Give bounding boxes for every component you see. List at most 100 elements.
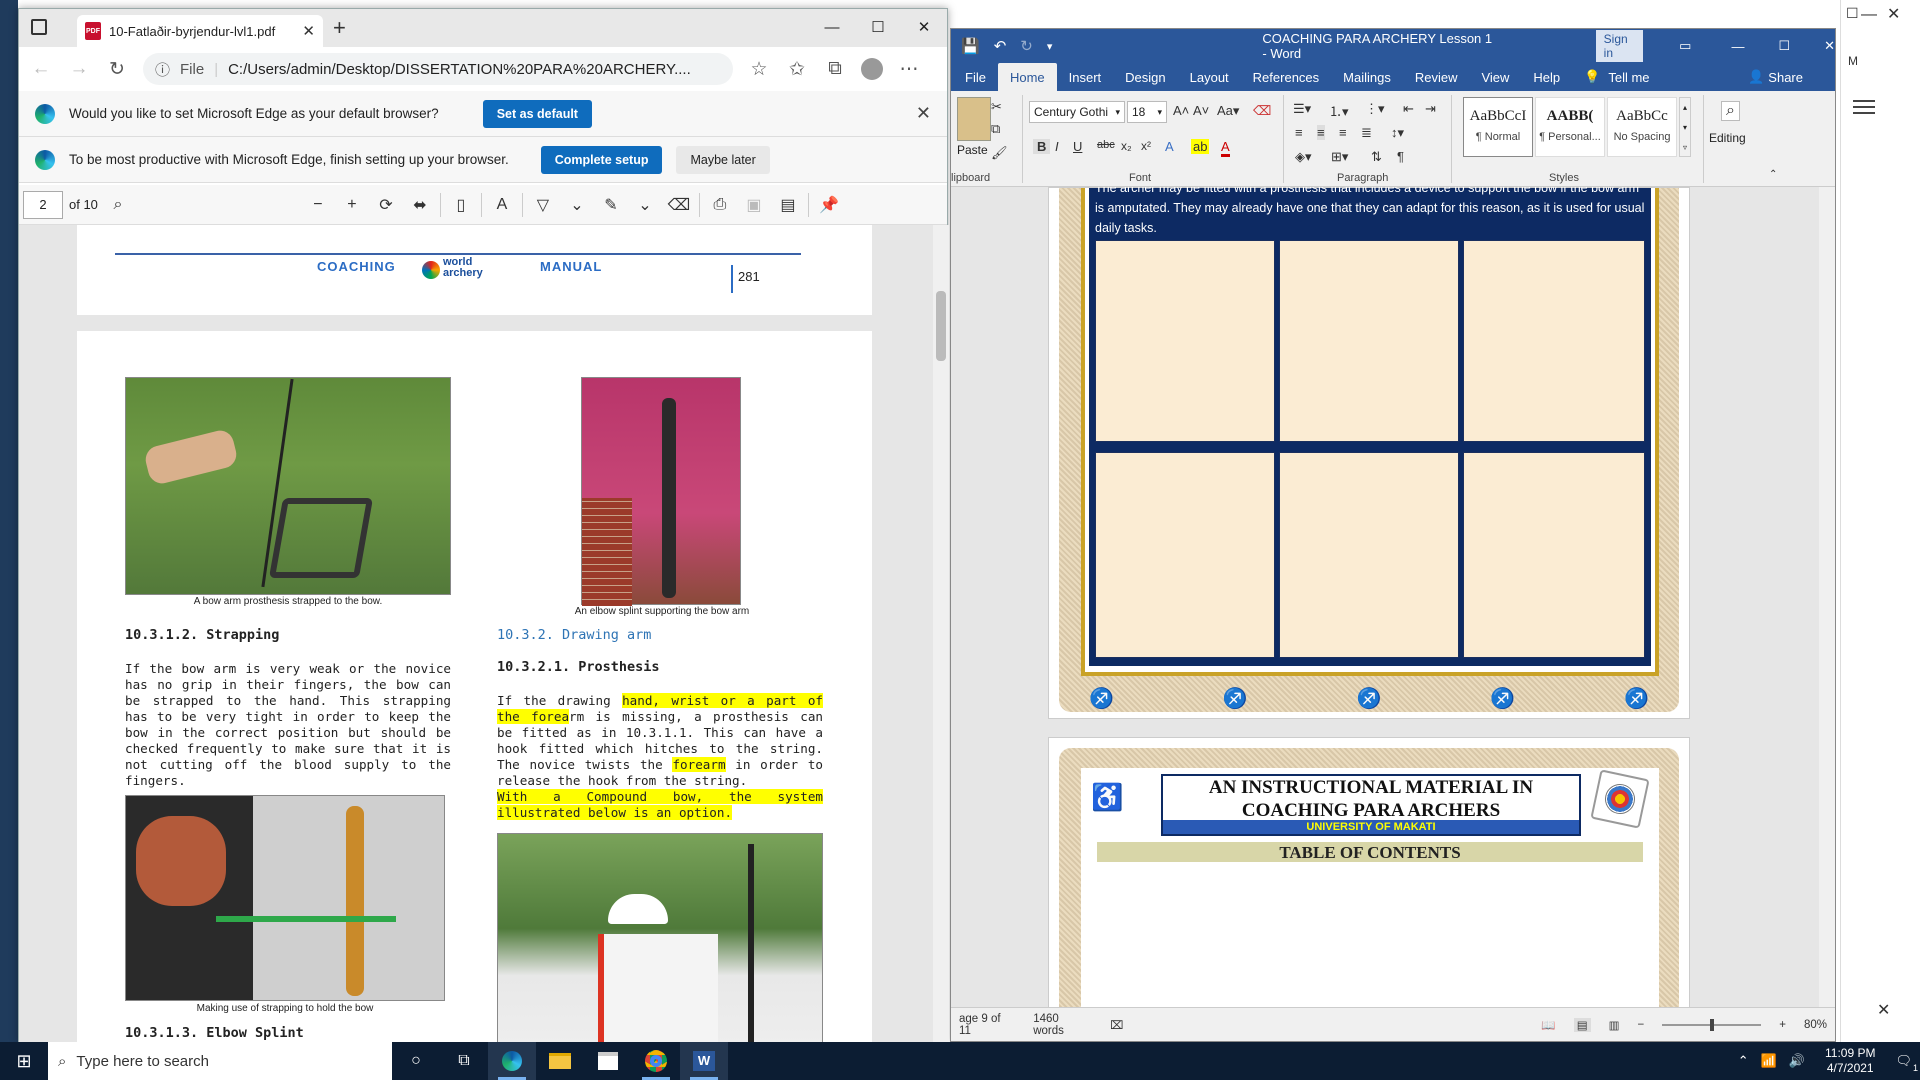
cortana-icon[interactable]: ○ (392, 1042, 440, 1080)
taskbar-chrome[interactable] (632, 1042, 680, 1080)
text-effects-icon[interactable]: A (1165, 139, 1174, 154)
word-scrollbar[interactable] (1819, 187, 1835, 1007)
superscript-icon[interactable]: x² (1141, 139, 1151, 153)
print-icon[interactable]: ⎙ (706, 196, 734, 214)
maybe-later-button[interactable]: Maybe later (676, 145, 770, 174)
zoom-in-icon[interactable]: + (1779, 1019, 1786, 1031)
user-avatar[interactable]: M (1841, 49, 1865, 73)
highlight-icon[interactable]: ✎ (597, 195, 625, 215)
draw-options-icon[interactable]: ⌄ (563, 195, 591, 215)
align-left-icon[interactable]: ≡ (1295, 125, 1303, 140)
url-field[interactable]: ⓘ File | C:/Users/admin/Desktop/DISSERTA… (143, 53, 733, 85)
collections-icon[interactable]: ⧉ (823, 58, 847, 80)
style-personal[interactable]: AABB(¶ Personal... (1535, 97, 1605, 157)
redo-icon[interactable]: ↻ (1020, 37, 1033, 55)
numbering-icon[interactable]: ⒈▾ (1329, 101, 1349, 120)
tab-file[interactable]: File (953, 63, 998, 91)
panel-close-icon[interactable]: ✕ (1877, 1000, 1890, 1020)
tab-close-icon[interactable]: ✕ (302, 22, 315, 40)
task-view-icon[interactable]: ⧉ (440, 1042, 488, 1080)
align-center-icon[interactable]: ≡ (1317, 125, 1325, 140)
clear-formatting-icon[interactable]: ⌫ (1253, 103, 1271, 119)
status-page[interactable]: age 9 of 11 (959, 1013, 1015, 1037)
page-number-input[interactable]: 2 (23, 190, 63, 219)
editing-button[interactable]: Editing (1709, 131, 1746, 145)
pdf-scrollbar[interactable] (933, 225, 949, 1043)
tab-layout[interactable]: Layout (1178, 63, 1241, 91)
tab-view[interactable]: View (1469, 63, 1521, 91)
image-placeholder[interactable] (1279, 240, 1459, 442)
format-painter-icon[interactable]: 🖌 (991, 145, 1008, 161)
zoom-out-icon[interactable]: − (304, 196, 332, 214)
bullets-icon[interactable]: ☰▾ (1293, 101, 1311, 117)
tab-help[interactable]: Help (1521, 63, 1572, 91)
copy-icon[interactable]: ⧉ (991, 121, 1000, 137)
clock-date[interactable]: 4/7/2021 (1825, 1061, 1875, 1076)
draw-icon[interactable]: ▽ (529, 195, 557, 215)
read-mode-icon[interactable]: 📖 (1541, 1018, 1555, 1032)
highlight-options-icon[interactable]: ⌄ (631, 195, 659, 215)
font-name-select[interactable]: Century Gothi ▾ (1029, 101, 1125, 123)
image-placeholder[interactable] (1279, 452, 1459, 658)
new-tab-icon[interactable]: + (333, 15, 346, 41)
notifications-icon[interactable]: 🗨 1 (1895, 1053, 1918, 1073)
taskbar-search[interactable]: ⌕ Type here to search (48, 1042, 392, 1080)
ribbon-display-icon[interactable]: ▭ (1679, 38, 1691, 54)
show-hidden-icons-icon[interactable]: ⌃ (1738, 1053, 1749, 1069)
tab-mailings[interactable]: Mailings (1331, 63, 1403, 91)
grow-font-icon[interactable]: A˄ (1173, 103, 1189, 118)
image-placeholder[interactable] (1095, 240, 1275, 442)
fit-page-icon[interactable]: ⬌ (406, 195, 434, 215)
close-icon[interactable]: ✕ (901, 9, 947, 45)
save-icon[interactable]: ▣ (740, 195, 768, 215)
word-maximize-icon[interactable]: ☐ (1778, 38, 1790, 54)
network-icon[interactable]: 📶 (1761, 1053, 1777, 1069)
bold-icon[interactable]: B (1033, 139, 1051, 154)
zoom-level[interactable]: 80% (1804, 1019, 1827, 1031)
font-color-icon[interactable]: A (1221, 139, 1230, 157)
cut-icon[interactable]: ✂ (991, 99, 1002, 115)
profile-avatar[interactable] (861, 58, 883, 80)
zoom-out-icon[interactable]: − (1637, 1019, 1644, 1031)
taskbar-store[interactable] (584, 1042, 632, 1080)
tab-pdf[interactable]: PDF 10-Fatlaðir-byrjendur-lvl1.pdf ✕ (77, 15, 323, 47)
sort-icon[interactable]: ⇅ (1371, 149, 1382, 165)
taskbar-file-explorer[interactable] (536, 1042, 584, 1080)
print-layout-icon[interactable]: ▤ (1573, 1017, 1591, 1032)
highlight-color-icon[interactable]: ab (1191, 139, 1210, 154)
read-aloud-icon[interactable]: A (488, 196, 516, 214)
undo-icon[interactable]: ↶ (994, 37, 1007, 55)
font-size-select[interactable]: 18 ▾ (1127, 101, 1167, 123)
paste-label[interactable]: Paste (957, 143, 988, 157)
decrease-indent-icon[interactable]: ⇤ (1403, 101, 1414, 117)
word-document-area[interactable]: The archer may be fitted with a prosthes… (951, 187, 1835, 1007)
share-button[interactable]: 👤 Share (1736, 63, 1815, 91)
shading-icon[interactable]: ◈▾ (1295, 149, 1312, 165)
pdf-scroll-thumb[interactable] (936, 291, 946, 361)
show-formatting-icon[interactable]: ¶ (1397, 149, 1404, 164)
sign-in-button[interactable]: Sign in (1595, 30, 1644, 62)
hamburger-icon[interactable] (1853, 100, 1875, 102)
tab-references[interactable]: References (1241, 63, 1331, 91)
start-icon[interactable]: ⊞ (0, 1042, 48, 1080)
zoom-in-icon[interactable]: + (338, 196, 366, 214)
borders-icon[interactable]: ⊞▾ (1331, 149, 1348, 165)
multilevel-list-icon[interactable]: ⋮▾ (1365, 101, 1385, 117)
favorites-icon[interactable]: ✩ (785, 58, 809, 81)
line-spacing-icon[interactable]: ↕▾ (1391, 125, 1404, 141)
image-placeholder[interactable] (1095, 452, 1275, 658)
volume-icon[interactable]: 🔊 (1789, 1053, 1805, 1069)
more-icon[interactable]: ⋯ (897, 58, 921, 81)
proofing-icon[interactable]: ⌧ (1110, 1018, 1123, 1032)
forward-icon[interactable]: → (67, 58, 91, 80)
pdf-viewport[interactable]: COACHING world archery MANUAL 281 A bow … (19, 225, 933, 1043)
collapse-ribbon-icon[interactable]: ⌃ (1769, 169, 1777, 180)
search-icon[interactable]: ⌕ (104, 196, 132, 214)
back-icon[interactable]: ← (29, 58, 53, 80)
image-placeholder[interactable] (1463, 240, 1645, 442)
rotate-icon[interactable]: ⟳ (372, 195, 400, 215)
style-no-spacing[interactable]: AaBbCc No Spacing (1607, 97, 1677, 157)
clock-time[interactable]: 11:09 PM (1825, 1046, 1875, 1061)
align-right-icon[interactable]: ≡ (1339, 125, 1347, 140)
refresh-icon[interactable]: ↻ (105, 58, 129, 81)
